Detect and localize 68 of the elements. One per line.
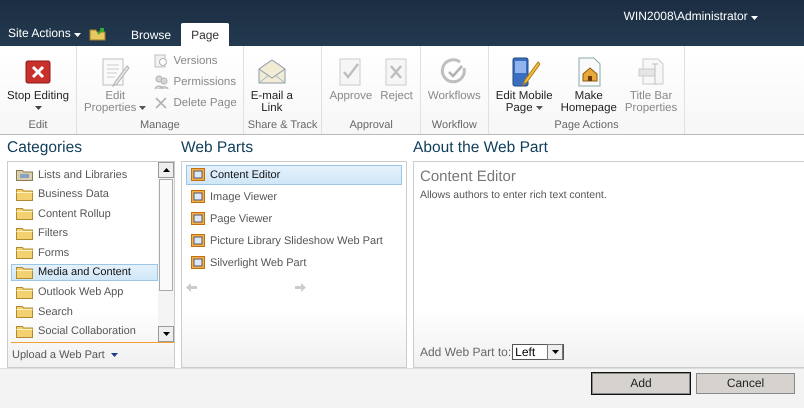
scrollbar[interactable] [158, 162, 174, 342]
web-parts-heading: Web Parts [181, 138, 254, 158]
web-part-icon [191, 256, 205, 270]
caret-icon [139, 106, 146, 110]
folder-icon [16, 168, 33, 182]
document-magnifier-icon [153, 53, 170, 69]
category-item[interactable]: Content Rollup [11, 204, 158, 223]
right-arrow-icon[interactable] [295, 282, 306, 293]
about-heading: About the Web Part [413, 138, 549, 158]
category-item[interactable]: Media and Content [11, 264, 158, 282]
group-label: Approval [348, 118, 394, 133]
x-icon [153, 95, 170, 111]
folder-icon [16, 305, 33, 318]
caret-icon [751, 16, 758, 20]
folder-icon [16, 266, 33, 279]
upload-web-part-link[interactable]: Upload a Web Part [8, 342, 174, 367]
ribbon-button[interactable]: Stop Editing [4, 52, 72, 119]
folder-icon [16, 286, 33, 299]
folder-arrow-icon[interactable] [89, 26, 108, 41]
dialog-button[interactable]: Cancel [696, 372, 795, 394]
user-menu[interactable]: WIN2008\Administrator [624, 9, 758, 23]
web-part-icon [191, 168, 205, 182]
category-item[interactable]: Lists and Libraries [11, 166, 158, 184]
category-item[interactable]: Business Data [11, 185, 158, 203]
caret-icon [110, 352, 118, 357]
ribbon-button[interactable]: Edit Mobile Page [492, 52, 556, 119]
left-arrow-icon[interactable] [186, 282, 197, 293]
folder-icon [16, 246, 33, 260]
web-part-item[interactable]: Silverlight Web Part [186, 252, 402, 273]
ribbon-tab[interactable]: Browse [121, 23, 182, 46]
caret-icon [536, 106, 543, 110]
dialog-button[interactable]: Add [592, 372, 690, 394]
zone-select[interactable]: Left [512, 344, 564, 360]
category-item[interactable]: Filters [11, 224, 158, 242]
ribbon-tab[interactable]: Page [181, 23, 230, 46]
caret-icon [74, 33, 82, 37]
category-item[interactable]: Forms [11, 244, 158, 262]
web-part-item[interactable]: Content Editor [186, 164, 402, 185]
group-label: Share & Track [248, 118, 318, 133]
web-part-icon [191, 190, 205, 204]
caret-icon [162, 168, 170, 172]
folder-icon [16, 207, 33, 220]
web-part-item[interactable]: Page Viewer [186, 208, 402, 229]
ribbon-button[interactable]: E-mail a Link [248, 52, 296, 119]
folder-icon [16, 324, 33, 338]
caret-icon [552, 350, 559, 354]
group-label: Workflow [430, 118, 478, 133]
categories-heading: Categories [7, 138, 83, 158]
web-part-name: Content Editor [419, 166, 517, 187]
web-part-icon [191, 212, 205, 226]
web-part-item[interactable]: Image Viewer [186, 186, 402, 207]
caret-icon [34, 106, 42, 110]
web-part-description: Allows authors to enter rich text content. [419, 188, 608, 203]
caret-icon [162, 332, 170, 336]
web-part-icon [191, 234, 205, 248]
add-to-label: Add Web Part to: [420, 344, 512, 359]
category-item[interactable]: Social Collaboration [11, 322, 158, 340]
group-label: Page Actions [553, 118, 620, 133]
folder-icon [16, 188, 33, 201]
category-item[interactable]: Outlook Web App [11, 283, 158, 301]
group-label: Edit [28, 118, 48, 133]
web-part-item[interactable]: Picture Library Slideshow Web Part [186, 230, 402, 251]
ribbon-button[interactable]: Make Homepage [558, 52, 620, 119]
site-actions-menu[interactable]: Site Actions [0, 26, 90, 46]
folder-icon [16, 226, 33, 240]
people-icon [153, 74, 170, 90]
category-item[interactable]: Search [11, 302, 158, 320]
group-label: Manage [138, 118, 181, 133]
